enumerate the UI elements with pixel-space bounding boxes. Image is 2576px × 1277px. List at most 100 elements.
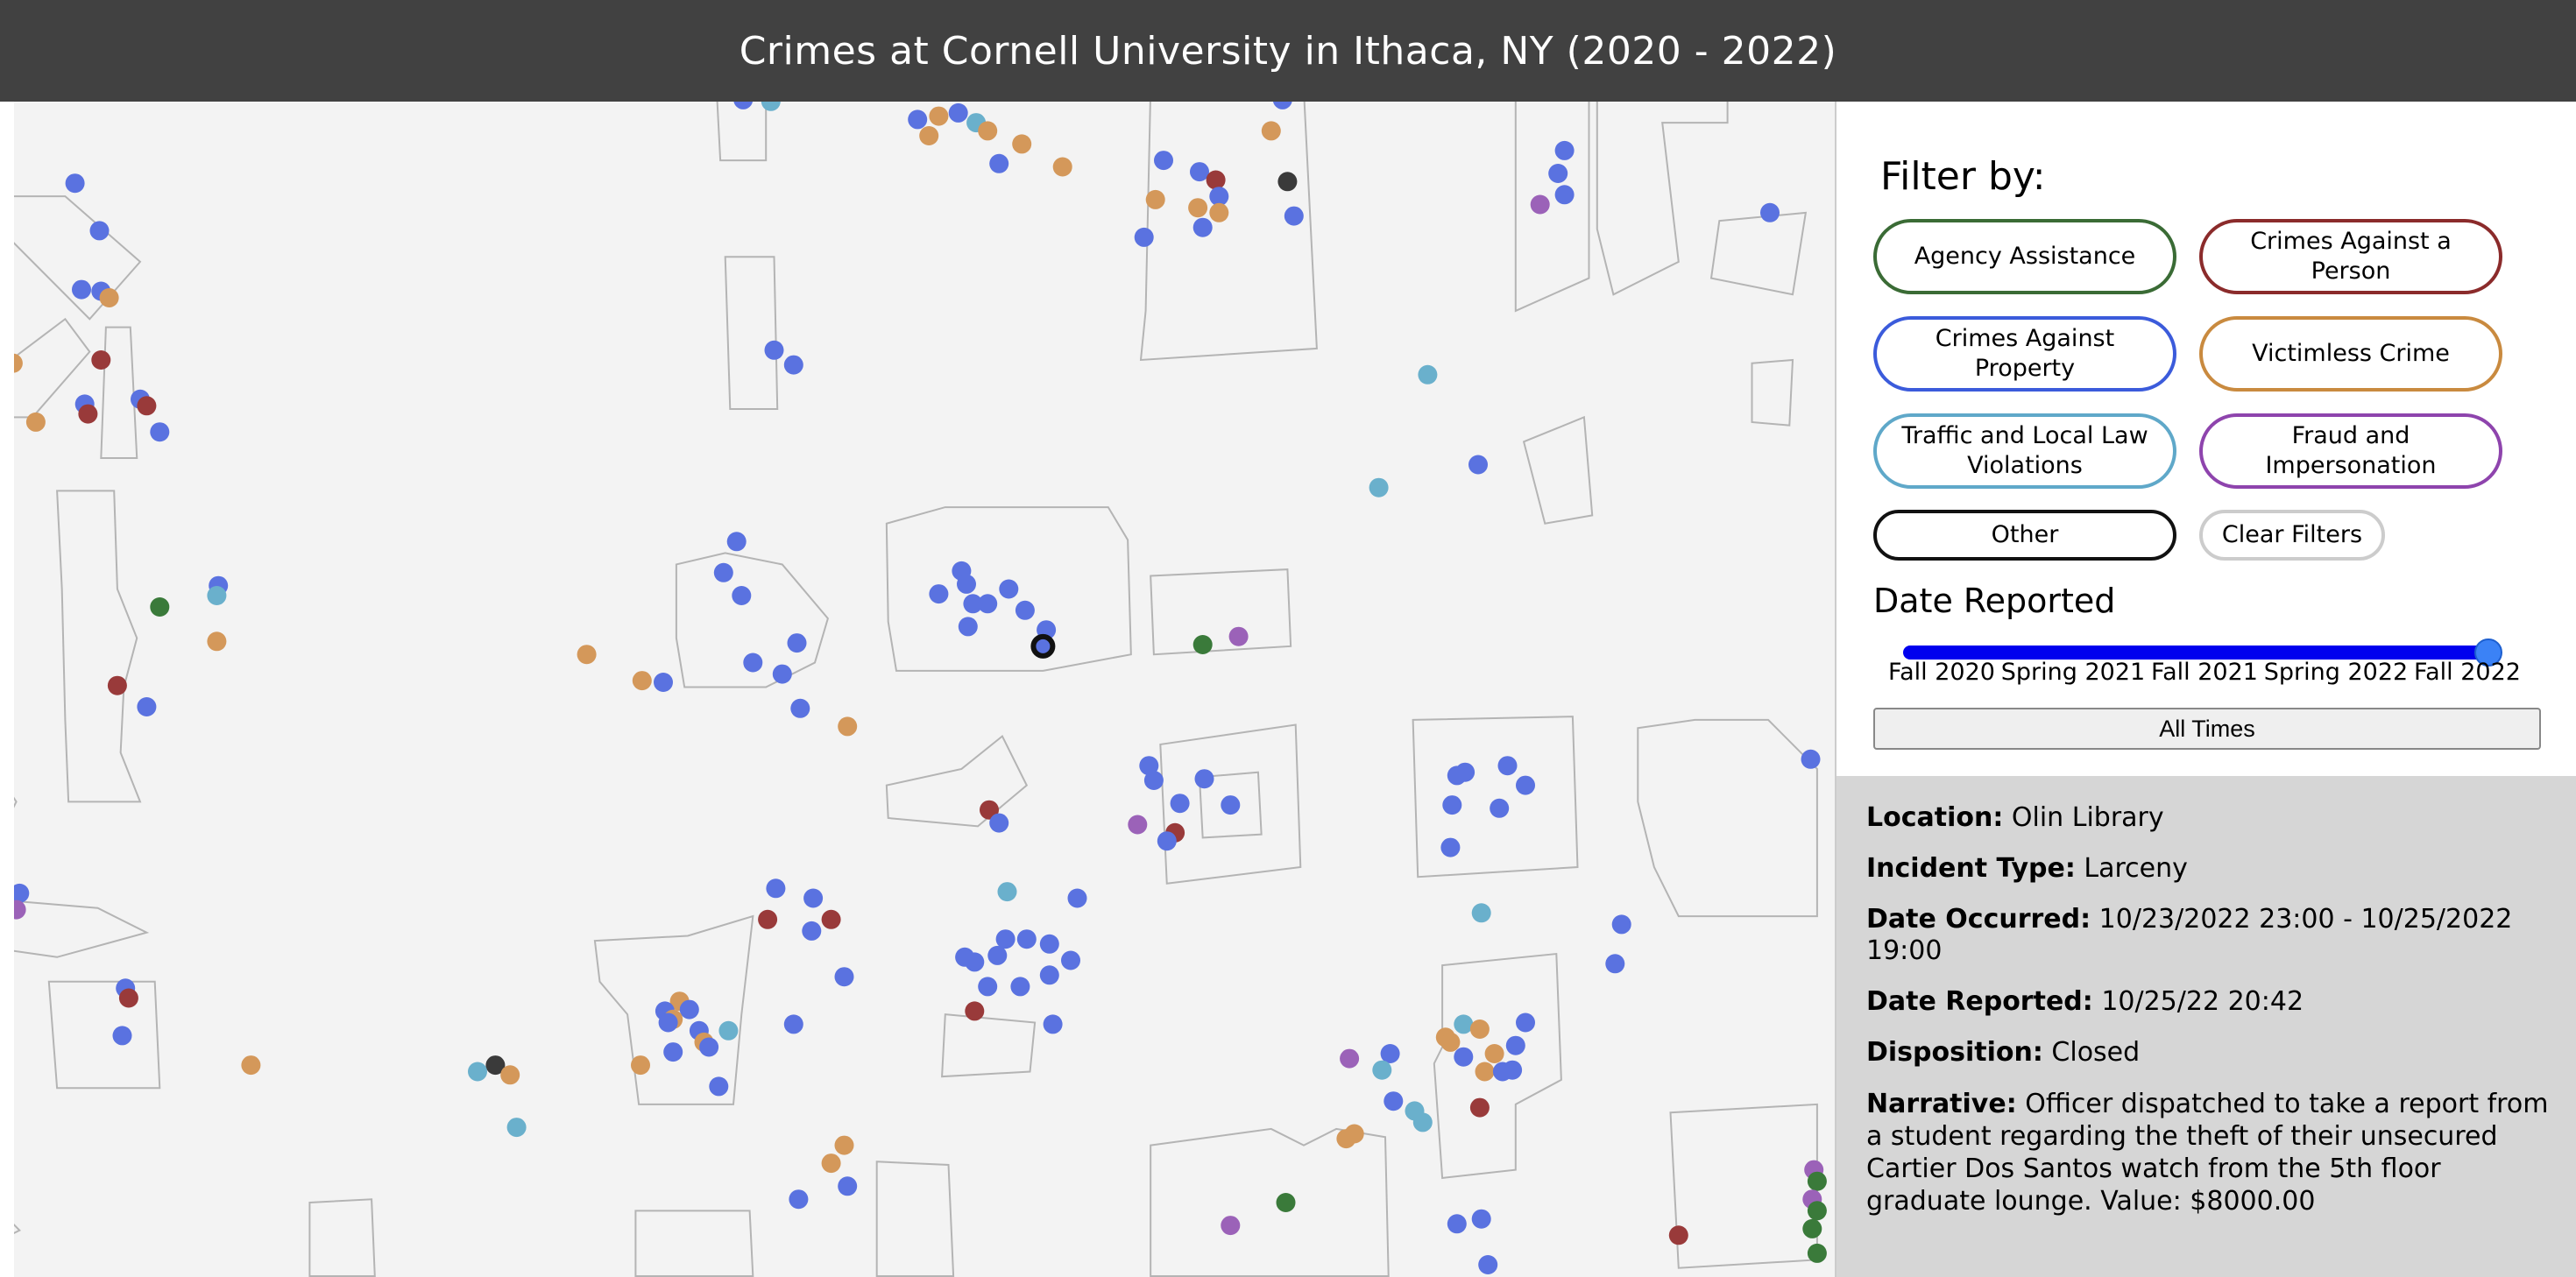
crime-marker-traffic[interactable] <box>1471 903 1491 923</box>
crime-marker-victimless[interactable] <box>631 1055 650 1076</box>
crime-marker-property[interactable] <box>65 173 85 194</box>
crime-marker-property[interactable] <box>1039 934 1059 954</box>
crime-marker-property[interactable] <box>1440 837 1461 857</box>
crime-marker-property[interactable] <box>772 664 792 684</box>
crime-marker-person[interactable] <box>107 675 127 695</box>
crime-marker-property[interactable] <box>726 532 747 552</box>
crime-marker-property[interactable] <box>679 999 699 1019</box>
crime-marker-fraud[interactable] <box>1128 815 1148 835</box>
crime-marker-traffic[interactable] <box>1454 1014 1474 1034</box>
crime-marker-property[interactable] <box>1273 102 1292 109</box>
crime-marker-property[interactable] <box>1384 1091 1404 1111</box>
crime-marker-property[interactable] <box>803 888 824 908</box>
crime-marker-victimless[interactable] <box>25 412 46 432</box>
crime-marker-victimless[interactable] <box>978 121 998 141</box>
filter-agency-assistance-button[interactable]: Agency Assistance <box>1873 219 2176 294</box>
crime-marker-property[interactable] <box>989 813 1009 833</box>
map-canvas[interactable] <box>14 102 1835 1277</box>
crime-marker-traffic[interactable] <box>1372 1060 1392 1080</box>
crime-marker-victimless[interactable] <box>834 1135 854 1155</box>
crime-marker-property[interactable] <box>783 1014 803 1034</box>
crime-marker-person[interactable] <box>137 396 157 416</box>
crime-marker-traffic[interactable] <box>718 1020 739 1041</box>
crime-marker-property[interactable] <box>1170 794 1190 814</box>
all-times-button[interactable]: All Times <box>1873 708 2541 750</box>
crime-marker-property[interactable] <box>838 1176 858 1196</box>
crime-marker-person[interactable] <box>1469 1097 1490 1118</box>
crime-marker-property[interactable] <box>965 952 985 972</box>
crime-marker-person[interactable] <box>1206 170 1226 190</box>
crime-marker-property[interactable] <box>1760 202 1780 222</box>
crime-marker-property[interactable] <box>1134 227 1154 247</box>
crime-marker-property[interactable] <box>929 584 949 604</box>
crime-marker-property[interactable] <box>663 1042 683 1062</box>
crime-marker-property[interactable] <box>1221 795 1241 815</box>
crime-marker-property[interactable] <box>150 422 170 442</box>
crime-marker-traffic[interactable] <box>761 102 781 111</box>
selected-crime-marker[interactable] <box>1030 633 1056 659</box>
crime-marker-property[interactable] <box>1503 1060 1523 1080</box>
crime-marker-property[interactable] <box>743 653 763 673</box>
crime-marker-property[interactable] <box>1554 140 1575 160</box>
crime-marker-property[interactable] <box>709 1076 729 1097</box>
crime-marker-property[interactable] <box>699 1037 719 1057</box>
crime-marker-fraud[interactable] <box>1228 626 1249 646</box>
crime-marker-property[interactable] <box>1516 1012 1535 1033</box>
crime-marker-property[interactable] <box>89 221 110 241</box>
crime-markers[interactable] <box>14 102 1827 1274</box>
crime-marker-property[interactable] <box>764 340 784 360</box>
crime-marker-property[interactable] <box>1442 795 1462 815</box>
crime-marker-traffic[interactable] <box>1418 364 1438 385</box>
crime-marker-property[interactable] <box>1194 769 1214 789</box>
crime-marker-property[interactable] <box>733 102 753 109</box>
crime-marker-agency[interactable] <box>1276 1193 1296 1212</box>
crime-marker-victimless[interactable] <box>1475 1062 1495 1082</box>
crime-marker-person[interactable] <box>758 909 778 929</box>
crime-marker-victimless[interactable] <box>632 671 652 691</box>
crime-marker-property[interactable] <box>1468 455 1488 475</box>
crime-marker-property[interactable] <box>958 617 978 637</box>
crime-marker-agency[interactable] <box>150 597 170 617</box>
clear-filters-button[interactable]: Clear Filters <box>2199 510 2385 561</box>
crime-marker-traffic[interactable] <box>1412 1112 1433 1132</box>
crime-marker-property[interactable] <box>790 698 810 718</box>
crime-marker-property[interactable] <box>978 594 998 614</box>
crime-marker-property[interactable] <box>1454 1047 1474 1067</box>
crime-marker-other[interactable] <box>1277 172 1298 192</box>
crime-marker-victimless[interactable] <box>241 1055 261 1076</box>
crime-map[interactable] <box>14 102 1835 1277</box>
crime-marker-property[interactable] <box>137 697 157 716</box>
crime-marker-victimless[interactable] <box>1469 1019 1490 1039</box>
filter-crimes-against-person-button[interactable]: Crimes Against a Person <box>2199 219 2502 294</box>
crime-marker-person[interactable] <box>118 988 138 1008</box>
crime-marker-property[interactable] <box>1039 965 1059 985</box>
crime-marker-property[interactable] <box>654 673 673 692</box>
crime-marker-property[interactable] <box>1010 977 1030 997</box>
crime-marker-fraud[interactable] <box>1530 194 1550 215</box>
crime-marker-property[interactable] <box>1478 1255 1498 1274</box>
crime-marker-property[interactable] <box>1611 914 1631 935</box>
crime-marker-agency[interactable] <box>1807 1171 1827 1191</box>
crime-marker-property[interactable] <box>834 967 854 987</box>
crime-marker-fraud[interactable] <box>1340 1048 1360 1069</box>
crime-marker-victimless[interactable] <box>577 645 597 665</box>
crime-marker-fraud[interactable] <box>1221 1216 1241 1236</box>
crime-marker-traffic[interactable] <box>506 1118 527 1138</box>
crime-marker-property[interactable] <box>1016 929 1037 949</box>
crime-marker-traffic[interactable] <box>997 882 1017 902</box>
crime-marker-property[interactable] <box>1455 762 1476 782</box>
crime-marker-property[interactable] <box>789 1189 809 1210</box>
crime-marker-property[interactable] <box>1447 1214 1467 1234</box>
filter-fraud-impersonation-button[interactable]: Fraud and Impersonation <box>2199 413 2502 489</box>
crime-marker-property[interactable] <box>766 878 786 899</box>
filter-traffic-local-law-button[interactable]: Traffic and Local Law Violations <box>1873 413 2176 489</box>
crime-marker-property[interactable] <box>1284 206 1304 226</box>
crime-marker-property[interactable] <box>713 562 733 582</box>
crime-marker-property[interactable] <box>1143 771 1164 790</box>
crime-marker-property[interactable] <box>948 102 968 123</box>
crime-marker-victimless[interactable] <box>1440 1032 1461 1052</box>
crime-marker-property[interactable] <box>1505 1035 1525 1055</box>
crime-marker-property[interactable] <box>1157 831 1177 851</box>
crime-marker-victimless[interactable] <box>929 106 949 126</box>
crime-marker-property[interactable] <box>787 633 807 653</box>
